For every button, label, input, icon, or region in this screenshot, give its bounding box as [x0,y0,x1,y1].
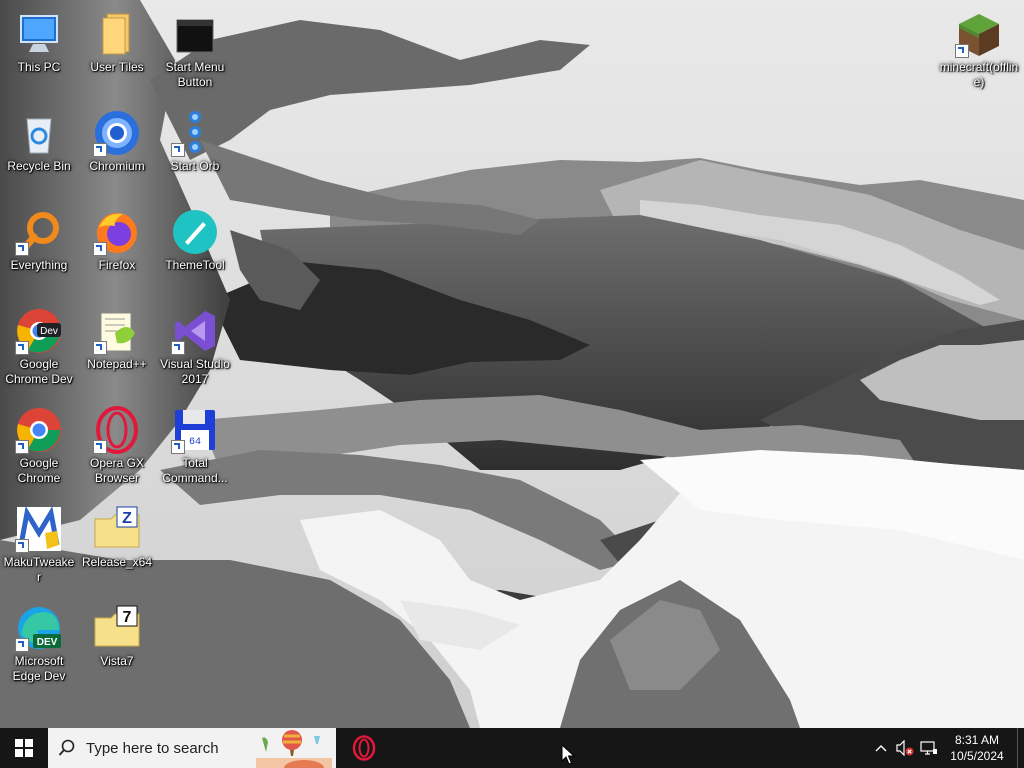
minecraft-grass-block-icon [955,10,1003,58]
desktop-icon-everything[interactable]: Everything [1,202,77,273]
black-square-icon [171,10,219,58]
chrome-dev-icon: Dev [15,307,63,355]
desktop-icon-label: Chromium [89,159,145,173]
taskbar-opera-gx[interactable] [338,728,390,768]
search-highlight-illustration [256,730,332,768]
visual-studio-icon [171,307,219,355]
volume-button[interactable] [893,728,917,768]
desktop-icon-opera-gx[interactable]: Opera GX Browser [79,400,155,486]
desktop-icon-total-commander[interactable]: 64 Total Command... [157,400,233,486]
desktop-icon-firefox[interactable]: Firefox [79,202,155,273]
firefox-icon [93,208,141,256]
everything-search-icon [15,208,63,256]
desktop-icon-label: Opera GX Browser [89,456,145,485]
desktop-icon-label: ThemeTool [165,258,225,272]
7z-folder-icon: 7 [93,604,141,652]
desktop-icon-label: User Tiles [90,60,144,74]
system-tray: 8:31 AM 10/5/2024 [869,728,1024,768]
desktop-icon-label: Recycle Bin [7,159,71,173]
desktop-icon-this-pc[interactable]: This PC [1,4,77,75]
search-icon [58,739,75,756]
desktop-icon-label: minecraft(offline) [939,60,1019,89]
desktop-icon-label: Google Chrome [17,456,61,485]
clock[interactable]: 8:31 AM 10/5/2024 [941,732,1013,764]
desktop-icon-minecraft[interactable]: minecraft(offline) [936,4,1022,90]
taskbar: Type here to search 8:31 AM 10/5/2024 [0,728,1024,768]
speaker-muted-icon [896,740,914,756]
makutweaker-icon [15,505,63,553]
clock-time: 8:31 AM [954,733,1000,747]
chrome-icon [15,406,63,454]
svg-text:Z: Z [122,510,132,527]
desktop-icon-chromium[interactable]: Chromium [79,103,155,174]
network-button[interactable] [917,728,941,768]
recycle-bin-icon [15,109,63,157]
desktop-icon-release-x64[interactable]: Z Release_x64 [79,499,155,570]
desktop-icon-themetool[interactable]: ThemeTool [157,202,233,273]
desktop-icon-makutweaker[interactable]: MakuTweaker [1,499,77,585]
this-pc-icon [15,10,63,58]
zip-folder-icon: Z [93,505,141,553]
desktop-icon-label: This PC [17,60,61,74]
chevron-up-icon [875,745,887,752]
desktop-icon-notepad-plus-plus[interactable]: Notepad++ [79,301,155,372]
svg-text:7: 7 [123,609,132,626]
network-icon [920,741,937,755]
desktop-icon-start-orb[interactable]: Start Orb [157,103,233,174]
chromium-icon [93,109,141,157]
desktop-icon-microsoft-edge-dev[interactable]: DEV Microsoft Edge Dev [1,598,77,684]
desktop-icon-start-menu-button[interactable]: Start Menu Button [157,4,233,90]
svg-text:Dev: Dev [40,326,58,337]
desktop-icon-label: Release_x64 [81,555,153,569]
desktop-icon-label: Microsoft Edge Dev [12,654,66,683]
desktop-icon-google-chrome[interactable]: Google Chrome [1,400,77,486]
search-box[interactable]: Type here to search [48,728,336,768]
desktop-icon-label: MakuTweaker [3,555,75,584]
search-placeholder: Type here to search [86,739,219,757]
edge-dev-icon: DEV [15,604,63,652]
svg-text:64: 64 [189,437,201,448]
opera-gx-icon [93,406,141,454]
windows-logo-icon [15,739,33,757]
svg-text:DEV: DEV [37,637,58,648]
show-desktop-button[interactable] [1017,728,1024,768]
desktop-icon-user-tiles[interactable]: User Tiles [79,4,155,75]
desktop-icon-label: Visual Studio 2017 [160,357,230,386]
total-commander-icon: 64 [171,406,219,454]
start-button[interactable] [0,728,48,768]
folder-icon [93,10,141,58]
themetool-icon [171,208,219,256]
desktop-icon-label: Firefox [98,258,136,272]
opera-gx-icon [352,735,376,761]
clock-date: 10/5/2024 [950,749,1004,763]
desktop-icon-label: Everything [10,258,68,272]
desktop-icon-google-chrome-dev[interactable]: Dev Google Chrome Dev [1,301,77,387]
show-hidden-icons-button[interactable] [869,728,893,768]
desktop-icon-label: Vista7 [100,654,134,668]
desktop-icon-recycle-bin[interactable]: Recycle Bin [1,103,77,174]
desktop-icon-label: Google Chrome Dev [5,357,73,386]
desktop-icon-label: Total Command... [162,456,228,485]
mouse-cursor-icon [561,744,575,765]
desktop-icon-vista7[interactable]: 7 Vista7 [79,598,155,669]
desktop-icon-label: Start Menu Button [165,60,225,89]
notepad-plus-plus-icon [93,307,141,355]
desktop-icon-label: Notepad++ [87,357,147,371]
desktop-icon-visual-studio[interactable]: Visual Studio 2017 [157,301,233,387]
desktop-icon-label: Start Orb [170,159,220,173]
start-orb-icon [171,109,219,157]
